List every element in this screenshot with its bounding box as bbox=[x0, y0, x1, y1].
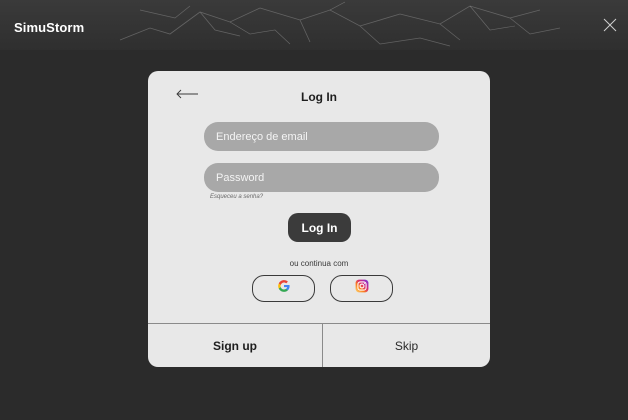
instagram-icon bbox=[355, 279, 369, 298]
lightning-background bbox=[119, 1, 561, 47]
app-window: SimuStorm Log In Esqueceu a senha? Log I… bbox=[0, 0, 628, 420]
email-field[interactable] bbox=[204, 122, 439, 151]
login-dialog: Log In Esqueceu a senha? Log In ou conti… bbox=[148, 71, 490, 367]
title-bar: SimuStorm bbox=[0, 0, 628, 50]
login-button[interactable]: Log In bbox=[288, 213, 351, 242]
signup-button[interactable]: Sign up bbox=[148, 324, 322, 367]
instagram-login-button[interactable] bbox=[330, 275, 393, 302]
dialog-title: Log In bbox=[301, 90, 337, 104]
app-title: SimuStorm bbox=[14, 20, 85, 35]
google-login-button[interactable] bbox=[252, 275, 315, 302]
google-icon bbox=[277, 279, 291, 298]
forgot-password-link[interactable]: Esqueceu a senha? bbox=[210, 194, 263, 200]
skip-button[interactable]: Skip bbox=[323, 324, 490, 367]
password-field[interactable] bbox=[204, 163, 439, 192]
close-icon[interactable] bbox=[602, 17, 618, 33]
alt-login-text: ou continua com bbox=[289, 259, 349, 268]
